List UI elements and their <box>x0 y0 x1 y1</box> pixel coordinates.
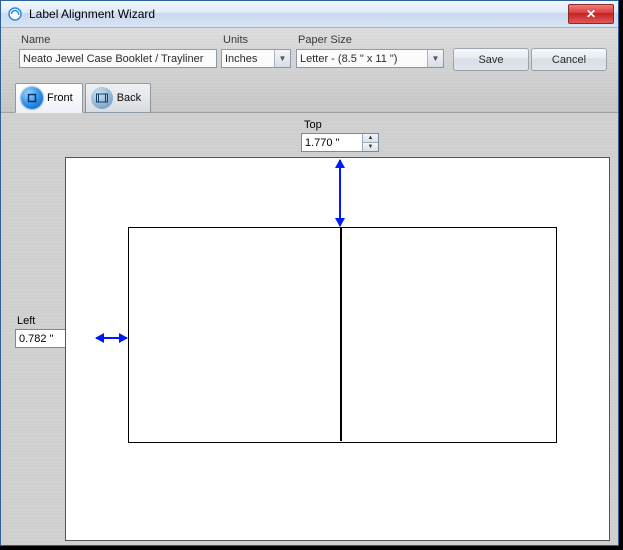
units-select[interactable]: Inches ▼ <box>221 49 291 68</box>
tab-front-label: Front <box>47 92 73 104</box>
top-margin-arrow <box>339 160 341 226</box>
top-margin-label: Top <box>304 119 322 131</box>
paper-size-select[interactable]: Letter - (8.5 " x 11 ") ▼ <box>296 49 444 68</box>
label-outline <box>128 227 557 443</box>
controls-panel: Name Units Inches ▼ Paper Size Letter - … <box>1 28 618 113</box>
paper-size-value: Letter - (8.5 " x 11 ") <box>297 53 427 65</box>
chevron-up-icon[interactable]: ▲ <box>363 134 378 143</box>
preview-area: Top 1.770 " ▲ ▼ Left 0.782 " ▲ ▼ <box>1 113 618 545</box>
window-root: Label Alignment Wizard ✕ Name Units Inch… <box>0 0 619 546</box>
left-margin-label: Left <box>17 315 35 327</box>
chevron-down-icon: ▼ <box>274 50 290 67</box>
chevron-down-icon[interactable]: ▼ <box>363 143 378 151</box>
tab-back-label: Back <box>117 92 141 104</box>
name-input[interactable] <box>19 49 217 68</box>
left-margin-arrow <box>96 337 127 339</box>
tabstrip: Front Back <box>15 83 153 113</box>
units-label: Units <box>223 34 248 46</box>
app-icon <box>7 6 23 22</box>
back-icon <box>91 87 113 109</box>
top-margin-spinner[interactable]: 1.770 " ▲ ▼ <box>301 133 379 152</box>
close-button[interactable]: ✕ <box>568 4 614 24</box>
front-icon <box>21 87 43 109</box>
top-margin-value: 1.770 " <box>302 137 362 149</box>
spinner-buttons[interactable]: ▲ ▼ <box>362 134 378 151</box>
label-divider <box>340 228 342 441</box>
paper-size-label: Paper Size <box>298 34 352 46</box>
close-icon: ✕ <box>586 8 596 20</box>
chevron-down-icon: ▼ <box>427 50 443 67</box>
units-value: Inches <box>222 53 274 65</box>
titlebar: Label Alignment Wizard ✕ <box>1 1 618 28</box>
window-title: Label Alignment Wizard <box>29 7 568 21</box>
cancel-button[interactable]: Cancel <box>531 48 607 71</box>
tab-back[interactable]: Back <box>85 83 151 113</box>
tab-front[interactable]: Front <box>15 83 83 113</box>
name-label: Name <box>21 34 50 46</box>
save-button[interactable]: Save <box>453 48 529 71</box>
